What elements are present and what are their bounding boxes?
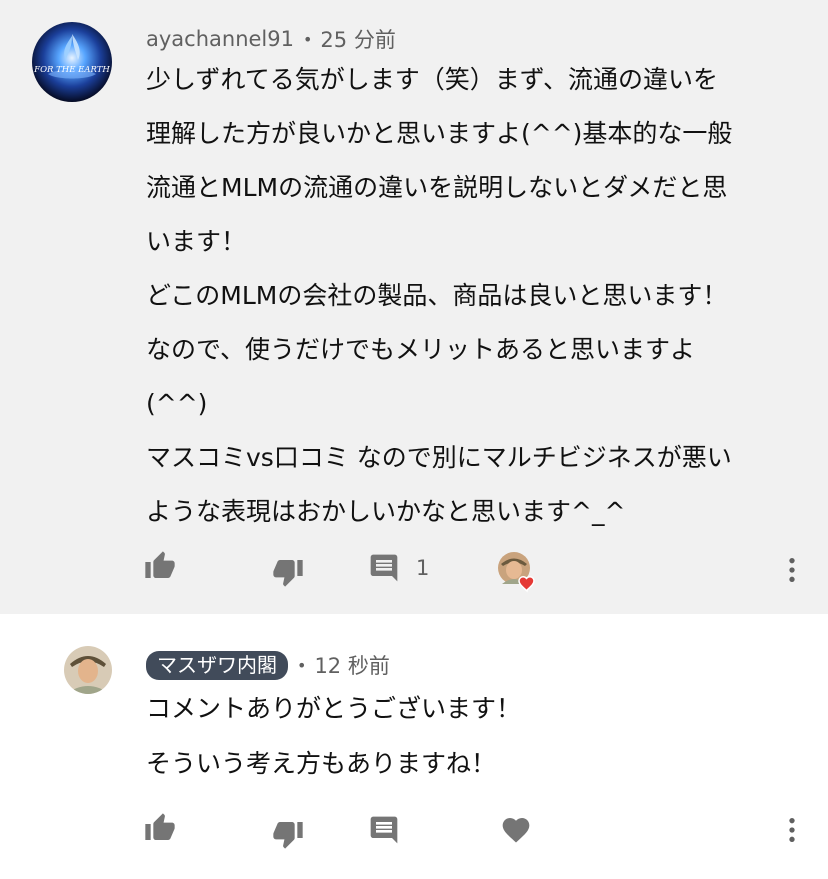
thumb-up-icon xyxy=(145,813,175,840)
more-vertical-icon xyxy=(789,558,795,582)
dislike-button[interactable] xyxy=(272,556,304,588)
comment-text-line: ような表現はおかしいかなと思います^_^ xyxy=(146,497,626,526)
like-button[interactable] xyxy=(144,812,176,844)
earth-logo-icon: FOR THE EARTH xyxy=(32,22,112,102)
comment-text: 少しずれてる気がします（笑）まず、流通の違いを 理解した方が良いかと思いますよ(… xyxy=(146,53,732,539)
dislike-button[interactable] xyxy=(272,818,304,850)
comment-thread: FOR THE EARTH ayachannel91 • 25 分前 少しずれて… xyxy=(0,0,828,614)
comment-text-line: どこのMLMの会社の製品、商品は良いと思います！ xyxy=(146,281,728,310)
like-button[interactable] xyxy=(144,550,176,582)
comment-icon xyxy=(370,554,398,582)
more-vertical-icon xyxy=(789,818,795,842)
comment-text-line: 流通とMLMの流通の違いを説明しないとダメだと思 xyxy=(146,173,728,202)
reply-action-bar xyxy=(0,812,828,852)
comment-icon xyxy=(370,816,398,844)
reply-timestamp[interactable]: 12 秒前 xyxy=(314,650,389,680)
person-avatar-icon xyxy=(64,646,112,694)
heart-icon xyxy=(502,818,530,843)
thumb-down-icon xyxy=(273,822,303,849)
reply-comment: マスザワ内閣 • 12 秒前 コメントありがとうございます！ そういう考え方もあ… xyxy=(0,614,828,879)
author-avatar[interactable]: FOR THE EARTH xyxy=(32,22,112,102)
reply-author-avatar[interactable] xyxy=(64,646,112,694)
thumb-up-icon xyxy=(145,551,175,578)
comment-meta: ayachannel91 • 25 分前 xyxy=(146,24,396,54)
channel-owner-badge[interactable]: マスザワ内閣 xyxy=(146,650,288,680)
action-menu-button[interactable] xyxy=(776,814,808,846)
reply-text-line: そういう考え方もありますね！ xyxy=(146,749,497,778)
comment-text-line: 理解した方が良いかと思いますよ(^^)基本的な一般 xyxy=(146,119,733,148)
creator-heart xyxy=(496,550,540,594)
comment-text-line: 少しずれてる気がします（笑）まず、流通の違いを xyxy=(146,65,719,94)
reply-button[interactable]: 1 xyxy=(368,552,429,584)
comment-text-line: います！ xyxy=(146,227,247,256)
action-menu-button[interactable] xyxy=(776,554,808,586)
comment-action-bar: 1 xyxy=(0,548,828,593)
comment-text-line: マスコミvs口コミ なので別にマルチビジネスが悪い xyxy=(146,443,732,472)
reply-text: コメントありがとうございます！ そういう考え方もありますね！ xyxy=(146,681,521,791)
reply-button[interactable] xyxy=(368,814,400,846)
comment-text-line: なので、使うだけでもメリットあると思いますよ xyxy=(146,335,696,364)
creator-heart-icon xyxy=(498,552,535,593)
comment-timestamp[interactable]: 25 分前 xyxy=(320,24,395,54)
reply-meta: マスザワ内閣 • 12 秒前 xyxy=(146,650,390,680)
reply-text-line: コメントありがとうございます！ xyxy=(146,694,522,723)
meta-separator: • xyxy=(297,655,307,675)
author-name[interactable]: ayachannel91 xyxy=(146,27,294,51)
heart-button[interactable] xyxy=(500,814,532,846)
reply-count: 1 xyxy=(416,556,430,580)
meta-separator: • xyxy=(302,29,313,49)
comment-text-line: (^^) xyxy=(146,389,208,418)
thumb-down-icon xyxy=(273,560,303,587)
svg-text:FOR THE EARTH: FOR THE EARTH xyxy=(33,65,110,75)
